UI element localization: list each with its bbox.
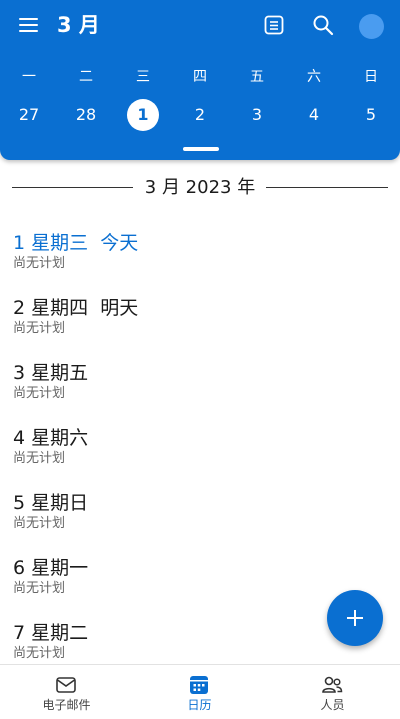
day-empty-note: 尚无计划 [13,646,66,661]
week-dates-row: 27 28 1 2 3 4 5 [0,99,400,131]
day-title: 6 星期一 [13,557,89,579]
new-event-button[interactable] [327,590,383,646]
weekday-label: 一 [22,69,36,85]
agenda-day-item[interactable]: 6 星期一 尚无计划 [13,556,387,606]
weekday-label: 日 [364,69,378,85]
account-avatar[interactable] [359,14,384,39]
day-empty-note: 尚无计划 [13,581,66,596]
nav-item-people[interactable]: 人员 [266,665,399,719]
mail-icon [54,674,78,696]
expand-drag-handle[interactable] [183,147,219,151]
weekday-label: 六 [307,69,321,85]
calendar-icon [187,674,211,696]
weekday-row: 一 二 三 四 五 六 日 [0,66,400,88]
month-heading: 3 月 2023 年 [144,177,256,198]
day-title: 3 星期五 [13,362,89,384]
calendar-header: 3 月 一 二 三 四 五 六 日 27 28 1 2 3 4 5 [0,0,400,160]
nav-label: 电子邮件 [42,698,91,712]
day-title: 1 星期三 今天 [13,232,139,254]
day-title: 4 星期六 [13,427,89,449]
day-empty-note: 尚无计划 [13,256,66,271]
weekday-label: 五 [250,69,264,85]
day-empty-note: 尚无计划 [13,321,66,336]
divider-line-right [266,187,388,188]
date-cell[interactable]: 27 [13,99,45,131]
bottom-navigation: 电子邮件 日历 人员 [0,664,400,719]
weekday-label: 二 [79,69,93,85]
agenda-day-item[interactable]: 1 星期三 今天 尚无计划 [13,231,387,281]
date-cell-selected[interactable]: 1 [127,99,159,131]
people-icon [320,674,344,696]
day-empty-note: 尚无计划 [13,516,66,531]
date-cell[interactable]: 3 [241,99,273,131]
hamburger-menu-icon[interactable] [18,14,40,36]
day-empty-note: 尚无计划 [13,451,66,466]
month-title[interactable]: 3 月 [57,10,100,40]
date-cell[interactable]: 28 [70,99,102,131]
nav-label: 人员 [320,698,345,712]
date-cell[interactable]: 4 [298,99,330,131]
agenda-day-item[interactable]: 2 星期四 明天 尚无计划 [13,296,387,346]
nav-item-calendar[interactable]: 日历 [133,665,266,719]
day-title: 5 星期日 [13,492,89,514]
agenda-day-item[interactable]: 4 星期六 尚无计划 [13,426,387,476]
agenda-day-item[interactable]: 3 星期五 尚无计划 [13,361,387,411]
agenda-view-icon[interactable] [262,13,286,37]
date-cell[interactable]: 5 [355,99,387,131]
weekday-label: 三 [136,69,150,85]
date-cell[interactable]: 2 [184,99,216,131]
nav-item-mail[interactable]: 电子邮件 [0,665,133,719]
day-empty-note: 尚无计划 [13,386,66,401]
month-divider: 3 月 2023 年 [12,175,388,201]
search-icon[interactable] [311,13,335,37]
nav-label: 日历 [187,698,212,712]
day-title: 2 星期四 明天 [13,297,139,319]
weekday-label: 四 [193,69,207,85]
agenda-day-item[interactable]: 5 星期日 尚无计划 [13,491,387,541]
